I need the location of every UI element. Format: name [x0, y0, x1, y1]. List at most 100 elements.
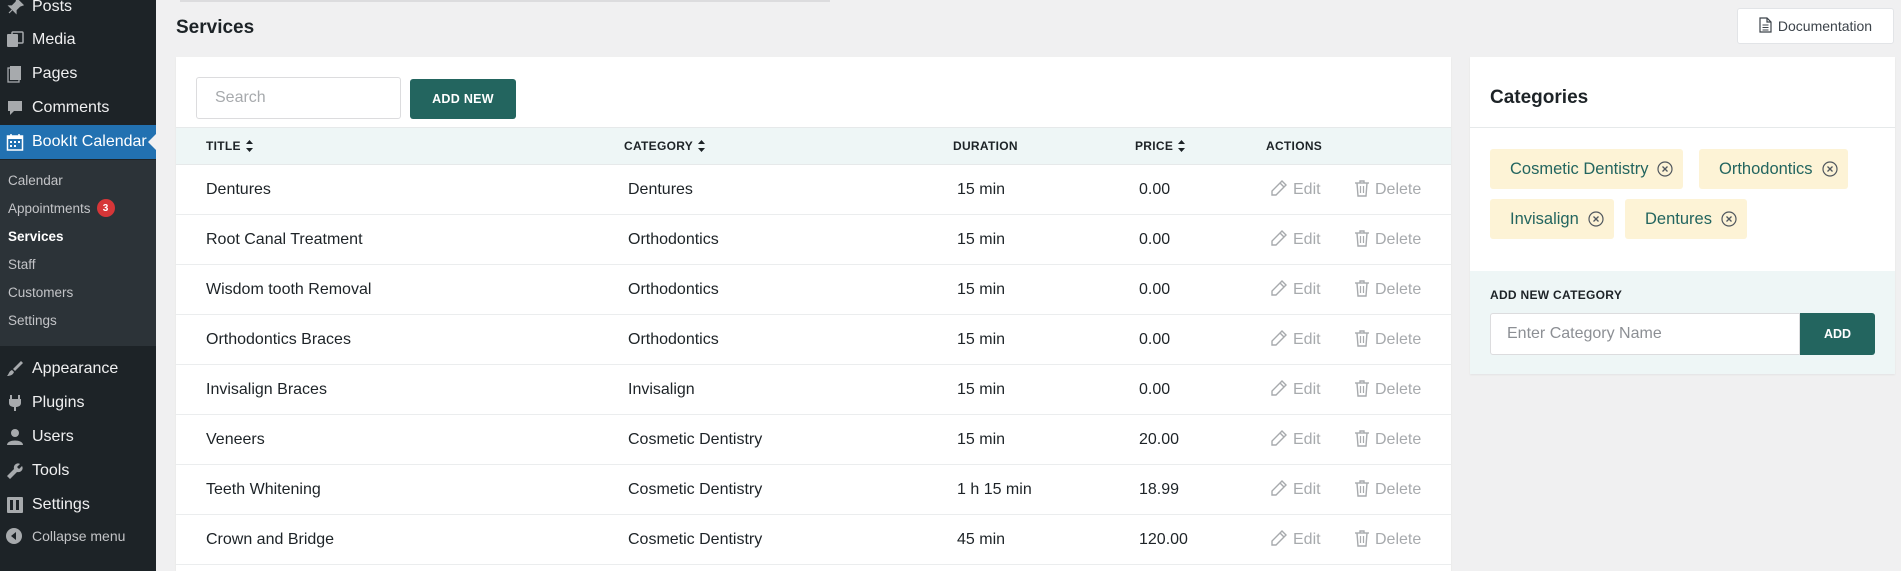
collapse-menu-button[interactable]: Collapse menu	[0, 527, 125, 545]
menu-label: Posts	[32, 0, 73, 15]
edit-button[interactable]: Edit	[1270, 365, 1321, 415]
service-duration: 15 min	[957, 231, 1006, 248]
service-category: Orthodontics	[628, 331, 719, 348]
service-category: Cosmetic Dentistry	[628, 481, 763, 498]
delete-button[interactable]: Delete	[1354, 215, 1421, 265]
service-title: Dentures	[206, 181, 271, 198]
service-category: Invisalign	[628, 381, 695, 398]
menu-label: Comments	[32, 99, 110, 116]
submenu-appointments[interactable]: Appointments 3	[8, 197, 115, 219]
table-row: Crown and Bridge Cosmetic Dentistry 45 min…	[176, 515, 1451, 565]
menu-pages[interactable]: Pages	[0, 57, 156, 91]
remove-category-icon[interactable]	[1657, 161, 1674, 177]
submenu-calendar[interactable]: Calendar	[8, 169, 63, 191]
user-icon	[5, 427, 25, 447]
add-category-label: ADD NEW CATEGORY	[1490, 288, 1623, 302]
page-title: Services	[176, 17, 255, 38]
chip-label: Cosmetic Dentistry	[1510, 159, 1649, 178]
add-category-button[interactable]: ADD	[1800, 313, 1875, 355]
table-row: Orthodontics Braces Orthodontics 15 min 0.0…	[176, 315, 1451, 365]
remove-category-icon[interactable]	[1588, 211, 1604, 227]
column-actions-header: ACTIONS	[1266, 128, 1322, 164]
submenu-staff[interactable]: Staff	[8, 253, 36, 275]
delete-button[interactable]: Delete	[1354, 465, 1421, 515]
service-title: Root Canal Treatment	[206, 231, 363, 248]
menu-plugins[interactable]: Plugins	[0, 386, 156, 420]
menu-comments[interactable]: Comments	[0, 91, 156, 125]
edit-button[interactable]: Edit	[1270, 265, 1321, 315]
service-price: 0.00	[1139, 331, 1171, 348]
appointments-count-badge: 3	[96, 199, 115, 217]
service-price: 0.00	[1139, 281, 1171, 298]
submenu-settings[interactable]: Settings	[8, 309, 57, 331]
column-title-header[interactable]: TITLE	[206, 128, 254, 164]
edit-label: Edit	[1293, 481, 1321, 498]
menu-media[interactable]: Media	[0, 23, 156, 57]
edit-icon	[1270, 179, 1288, 202]
edit-icon	[1270, 329, 1288, 352]
service-title: Wisdom tooth Removal	[206, 281, 372, 298]
edit-label: Edit	[1293, 431, 1321, 448]
edit-label: Edit	[1293, 231, 1321, 248]
column-label: ACTIONS	[1266, 139, 1323, 153]
edit-button[interactable]: Edit	[1270, 415, 1321, 465]
edit-button[interactable]: Edit	[1270, 315, 1321, 365]
edit-button[interactable]: Edit	[1270, 465, 1321, 515]
trash-icon	[1354, 479, 1370, 502]
category-chip: Dentures	[1625, 199, 1747, 239]
documentation-button[interactable]: Documentation	[1737, 8, 1894, 44]
menu-tools[interactable]: Tools	[0, 454, 156, 488]
menu-bookit-calendar[interactable]: BookIt Calendar	[0, 125, 156, 159]
service-title: Veneers	[206, 431, 265, 448]
menu-label: Plugins	[32, 394, 85, 411]
delete-button[interactable]: Delete	[1354, 315, 1421, 365]
menu-label: Media	[32, 31, 76, 48]
delete-button[interactable]: Delete	[1354, 515, 1421, 565]
top-divider	[180, 0, 830, 2]
service-price: 0.00	[1139, 381, 1171, 398]
edit-icon	[1270, 429, 1288, 452]
admin-sidebar: Posts Media Pages Comments BookIt Calend…	[0, 0, 156, 571]
delete-button[interactable]: Delete	[1354, 265, 1421, 315]
service-price: 120.00	[1139, 531, 1188, 548]
edit-icon	[1270, 229, 1288, 252]
service-category: Orthodontics	[628, 281, 719, 298]
edit-button[interactable]: Edit	[1270, 215, 1321, 265]
menu-posts[interactable]: Posts	[0, 0, 156, 24]
delete-button[interactable]: Delete	[1354, 415, 1421, 465]
column-category-header[interactable]: CATEGORY	[624, 128, 706, 164]
add-new-button[interactable]: ADD NEW	[410, 79, 516, 119]
edit-label: Edit	[1293, 281, 1321, 298]
service-price: 0.00	[1139, 181, 1171, 198]
submenu-customers[interactable]: Customers	[8, 281, 73, 303]
service-category: Orthodontics	[628, 231, 719, 248]
submenu-label: Customers	[8, 284, 74, 300]
category-chip: Invisalign	[1490, 199, 1614, 239]
add-category-form: ADD NEW CATEGORY ADD	[1470, 271, 1895, 374]
edit-button[interactable]: Edit	[1270, 515, 1321, 565]
category-name-input[interactable]	[1490, 313, 1800, 355]
table-row: Teeth Whitening Cosmetic Dentistry 1 h 15 …	[176, 465, 1451, 515]
column-label: TITLE	[206, 139, 241, 153]
service-title: Teeth Whitening	[206, 481, 321, 498]
delete-button[interactable]: Delete	[1354, 165, 1421, 215]
services-panel: ADD NEW TITLE CATEGORY DURATION PRICE AC…	[176, 57, 1451, 571]
submenu-services[interactable]: Services	[8, 225, 64, 247]
edit-label: Edit	[1293, 181, 1321, 198]
search-input[interactable]	[196, 77, 401, 119]
menu-users[interactable]: Users	[0, 420, 156, 454]
edit-button[interactable]: Edit	[1270, 165, 1321, 215]
menu-settings[interactable]: Settings	[0, 488, 156, 522]
sort-icon	[245, 140, 253, 152]
submenu-label: Services	[8, 228, 64, 244]
trash-icon	[1354, 179, 1370, 202]
menu-appearance[interactable]: Appearance	[0, 352, 156, 386]
column-price-header[interactable]: PRICE	[1135, 128, 1186, 164]
categories-title: Categories	[1490, 87, 1589, 108]
delete-button[interactable]: Delete	[1354, 365, 1421, 415]
remove-category-icon[interactable]	[1721, 211, 1737, 227]
category-chip: Orthodontics	[1699, 149, 1848, 189]
table-row: Invisalign Braces Invisalign 15 min 0.00 Edi…	[176, 365, 1451, 415]
edit-icon	[1270, 279, 1288, 302]
remove-category-icon[interactable]	[1821, 161, 1838, 177]
